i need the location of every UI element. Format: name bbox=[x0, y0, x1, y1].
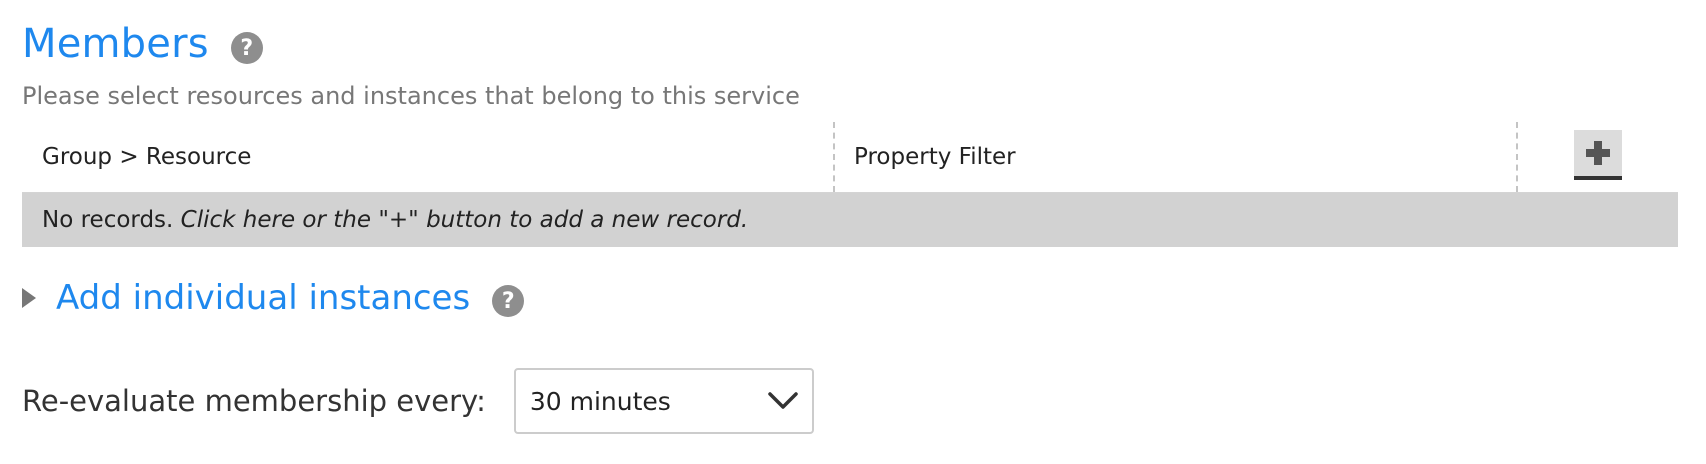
reevaluate-interval-value: 30 minutes bbox=[529, 386, 671, 416]
column-header-property-filter: Property Filter bbox=[854, 144, 1016, 170]
plus-icon bbox=[1586, 141, 1610, 165]
expand-triangle-icon[interactable] bbox=[22, 288, 36, 308]
chevron-down-icon bbox=[768, 392, 798, 409]
column-header-group-resource: Group > Resource bbox=[42, 144, 252, 170]
reevaluate-row: Re-evaluate membership every: 30 minutes bbox=[22, 366, 814, 436]
members-header: Members ? bbox=[22, 14, 263, 74]
column-divider[interactable] bbox=[1516, 122, 1518, 192]
reevaluate-label: Re-evaluate membership every: bbox=[22, 384, 486, 418]
members-table: Group > Resource Property Filter No reco… bbox=[22, 122, 1678, 247]
add-record-hint-link[interactable]: Click here or the "+" button to add a ne… bbox=[181, 207, 749, 233]
reevaluate-interval-select[interactable]: 30 minutes bbox=[513, 368, 814, 434]
members-title: Members bbox=[22, 21, 209, 67]
individual-instances-row: Add individual instances ? bbox=[22, 268, 525, 328]
members-help-icon[interactable]: ? bbox=[230, 32, 263, 64]
members-subtitle: Please select resources and instances th… bbox=[22, 82, 800, 110]
instances-help-icon[interactable]: ? bbox=[492, 285, 525, 317]
column-divider[interactable] bbox=[833, 122, 835, 192]
add-individual-instances-link[interactable]: Add individual instances bbox=[56, 268, 470, 328]
empty-records-label: No records. bbox=[42, 207, 181, 233]
table-header: Group > Resource Property Filter bbox=[22, 122, 1678, 193]
empty-records-row[interactable]: No records. Click here or the "+" button… bbox=[22, 193, 1678, 247]
add-record-button[interactable] bbox=[1574, 130, 1622, 180]
